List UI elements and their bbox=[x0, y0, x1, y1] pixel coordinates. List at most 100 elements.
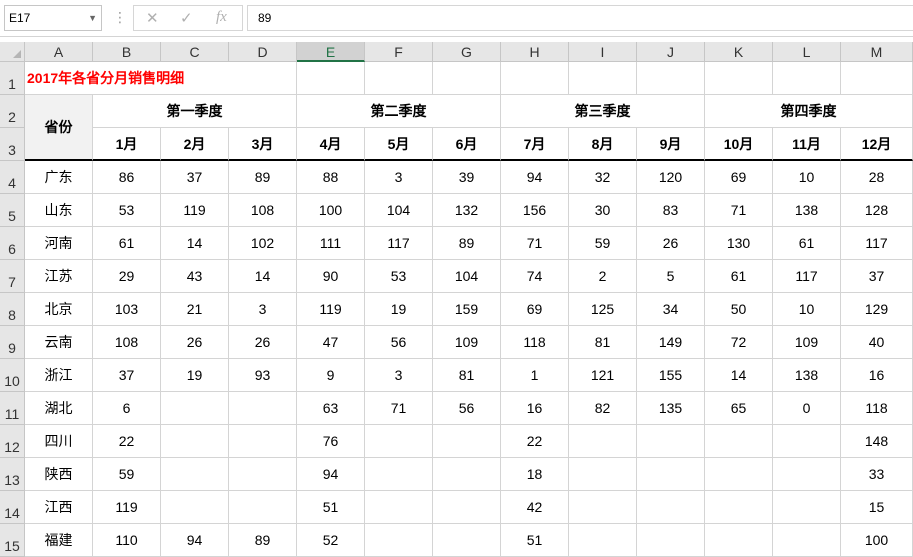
header-month[interactable]: 1月 bbox=[93, 128, 161, 161]
chevron-down-icon[interactable]: ▼ bbox=[88, 6, 97, 30]
value-cell[interactable]: 129 bbox=[841, 293, 913, 326]
value-cell[interactable]: 21 bbox=[161, 293, 229, 326]
value-cell[interactable]: 61 bbox=[93, 227, 161, 260]
header-month[interactable]: 11月 bbox=[773, 128, 841, 161]
value-cell[interactable] bbox=[569, 425, 637, 458]
cell[interactable] bbox=[433, 62, 501, 95]
value-cell[interactable]: 94 bbox=[161, 524, 229, 557]
header-month[interactable]: 6月 bbox=[433, 128, 501, 161]
value-cell[interactable]: 30 bbox=[569, 194, 637, 227]
column-header-g[interactable]: G bbox=[433, 42, 501, 62]
cell[interactable] bbox=[229, 62, 297, 95]
column-header-c[interactable]: C bbox=[161, 42, 229, 62]
name-box[interactable]: E17 ▼ bbox=[4, 5, 102, 31]
column-header-i[interactable]: I bbox=[569, 42, 637, 62]
header-quarter[interactable]: 第二季度 bbox=[297, 95, 501, 128]
value-cell[interactable] bbox=[229, 458, 297, 491]
value-cell[interactable]: 86 bbox=[93, 161, 161, 194]
header-quarter[interactable]: 第三季度 bbox=[501, 95, 705, 128]
value-cell[interactable] bbox=[433, 425, 501, 458]
header-province[interactable]: 省份 bbox=[25, 95, 93, 161]
value-cell[interactable]: 100 bbox=[841, 524, 913, 557]
header-month[interactable]: 12月 bbox=[841, 128, 913, 161]
value-cell[interactable]: 135 bbox=[637, 392, 705, 425]
value-cell[interactable]: 19 bbox=[365, 293, 433, 326]
value-cell[interactable]: 14 bbox=[705, 359, 773, 392]
value-cell[interactable]: 104 bbox=[365, 194, 433, 227]
row-header-8[interactable]: 8 bbox=[0, 293, 25, 326]
row-header-13[interactable]: 13 bbox=[0, 458, 25, 491]
province-cell[interactable]: 福建 bbox=[25, 524, 93, 557]
value-cell[interactable]: 14 bbox=[229, 260, 297, 293]
value-cell[interactable]: 22 bbox=[501, 425, 569, 458]
value-cell[interactable]: 40 bbox=[841, 326, 913, 359]
value-cell[interactable]: 149 bbox=[637, 326, 705, 359]
value-cell[interactable] bbox=[569, 491, 637, 524]
cell[interactable] bbox=[569, 62, 637, 95]
value-cell[interactable]: 148 bbox=[841, 425, 913, 458]
province-cell[interactable]: 山东 bbox=[25, 194, 93, 227]
more-options-icon[interactable]: ⋮ bbox=[113, 10, 127, 24]
value-cell[interactable] bbox=[365, 524, 433, 557]
row-header-4[interactable]: 4 bbox=[0, 161, 25, 194]
province-cell[interactable]: 广东 bbox=[25, 161, 93, 194]
value-cell[interactable]: 10 bbox=[773, 161, 841, 194]
value-cell[interactable] bbox=[705, 425, 773, 458]
select-all-button[interactable] bbox=[0, 42, 25, 62]
value-cell[interactable]: 118 bbox=[841, 392, 913, 425]
value-cell[interactable]: 71 bbox=[501, 227, 569, 260]
value-cell[interactable]: 110 bbox=[93, 524, 161, 557]
value-cell[interactable] bbox=[161, 425, 229, 458]
cell[interactable] bbox=[501, 62, 569, 95]
value-cell[interactable]: 26 bbox=[637, 227, 705, 260]
value-cell[interactable]: 88 bbox=[297, 161, 365, 194]
value-cell[interactable]: 2 bbox=[569, 260, 637, 293]
value-cell[interactable]: 117 bbox=[365, 227, 433, 260]
value-cell[interactable] bbox=[705, 524, 773, 557]
value-cell[interactable]: 93 bbox=[229, 359, 297, 392]
value-cell[interactable]: 37 bbox=[93, 359, 161, 392]
header-month[interactable]: 3月 bbox=[229, 128, 297, 161]
value-cell[interactable]: 119 bbox=[297, 293, 365, 326]
value-cell[interactable]: 109 bbox=[773, 326, 841, 359]
enter-icon[interactable]: ✓ bbox=[180, 9, 193, 27]
value-cell[interactable]: 3 bbox=[365, 161, 433, 194]
value-cell[interactable]: 100 bbox=[297, 194, 365, 227]
province-cell[interactable]: 江苏 bbox=[25, 260, 93, 293]
value-cell[interactable]: 16 bbox=[841, 359, 913, 392]
value-cell[interactable]: 34 bbox=[637, 293, 705, 326]
value-cell[interactable]: 81 bbox=[433, 359, 501, 392]
row-header-10[interactable]: 10 bbox=[0, 359, 25, 392]
value-cell[interactable]: 10 bbox=[773, 293, 841, 326]
row-header-7[interactable]: 7 bbox=[0, 260, 25, 293]
value-cell[interactable]: 29 bbox=[93, 260, 161, 293]
value-cell[interactable] bbox=[433, 491, 501, 524]
sheet-title[interactable]: 2017年各省分月销售明细 bbox=[25, 62, 229, 95]
value-cell[interactable]: 104 bbox=[433, 260, 501, 293]
value-cell[interactable]: 89 bbox=[433, 227, 501, 260]
row-header-2[interactable]: 2 bbox=[0, 95, 25, 128]
column-header-f[interactable]: F bbox=[365, 42, 433, 62]
column-header-k[interactable]: K bbox=[705, 42, 773, 62]
column-header-h[interactable]: H bbox=[501, 42, 569, 62]
value-cell[interactable] bbox=[161, 458, 229, 491]
column-header-d[interactable]: D bbox=[229, 42, 297, 62]
value-cell[interactable] bbox=[569, 458, 637, 491]
value-cell[interactable]: 117 bbox=[773, 260, 841, 293]
value-cell[interactable]: 156 bbox=[501, 194, 569, 227]
value-cell[interactable]: 138 bbox=[773, 359, 841, 392]
province-cell[interactable]: 北京 bbox=[25, 293, 93, 326]
value-cell[interactable]: 72 bbox=[705, 326, 773, 359]
value-cell[interactable]: 39 bbox=[433, 161, 501, 194]
value-cell[interactable]: 59 bbox=[93, 458, 161, 491]
header-quarter[interactable]: 第四季度 bbox=[705, 95, 913, 128]
column-header-l[interactable]: L bbox=[773, 42, 841, 62]
column-header-j[interactable]: J bbox=[637, 42, 705, 62]
value-cell[interactable]: 14 bbox=[161, 227, 229, 260]
row-header-6[interactable]: 6 bbox=[0, 227, 25, 260]
value-cell[interactable]: 50 bbox=[705, 293, 773, 326]
value-cell[interactable] bbox=[365, 425, 433, 458]
value-cell[interactable]: 61 bbox=[705, 260, 773, 293]
value-cell[interactable]: 82 bbox=[569, 392, 637, 425]
value-cell[interactable] bbox=[365, 458, 433, 491]
